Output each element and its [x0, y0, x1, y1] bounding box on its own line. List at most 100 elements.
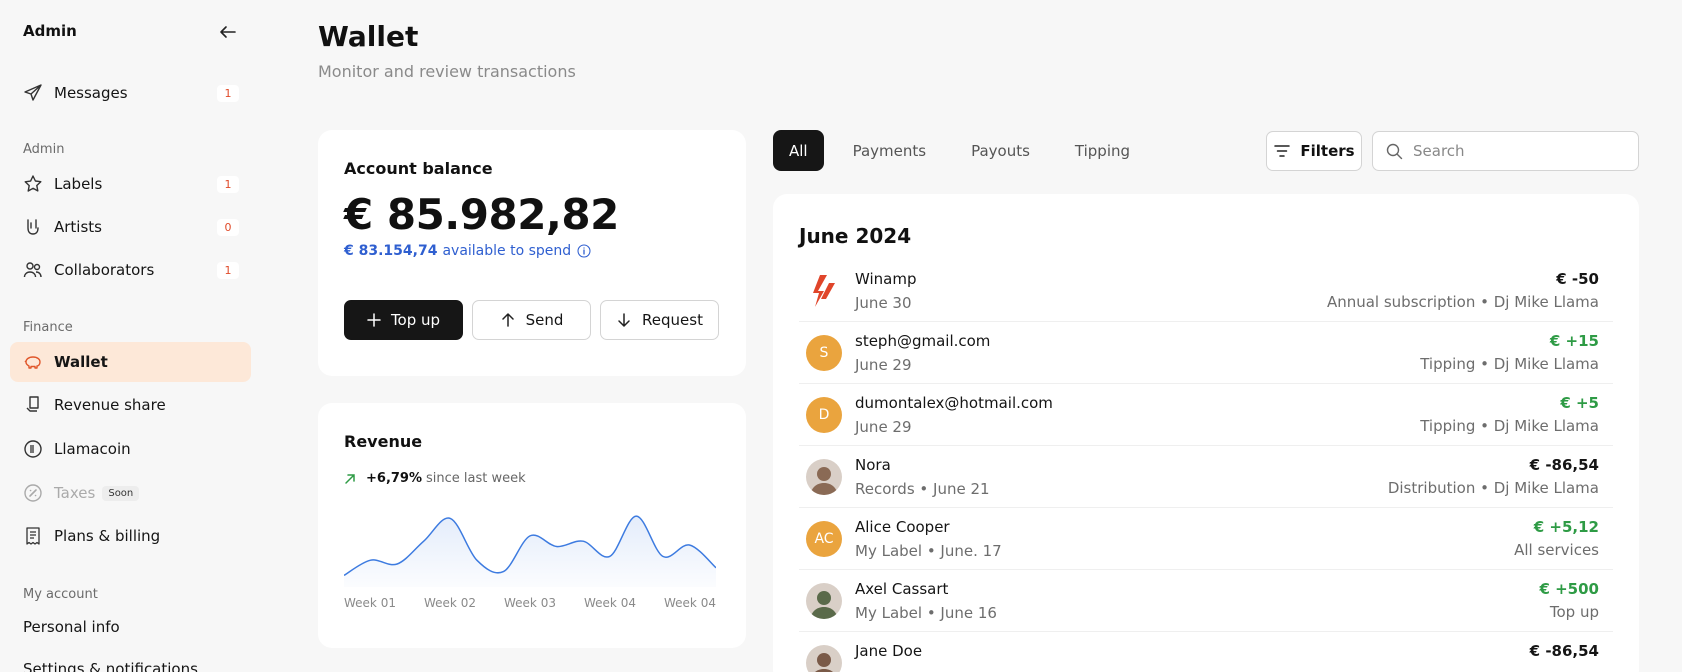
rock-hand-icon	[23, 217, 43, 237]
sidebar: Admin Messages 1 Admin Labels 1 Artists …	[0, 0, 262, 672]
avatar-initials: D	[818, 407, 830, 423]
arrow-up-icon	[500, 312, 516, 328]
search-icon	[1386, 143, 1403, 160]
count-badge: 1	[217, 176, 239, 193]
transaction-list: Winamp June 30 € -50 Annual subscription • …	[799, 260, 1613, 672]
available-balance: € 83.154,74 available to spend	[344, 243, 591, 259]
transaction-date: My Label • June. 17	[855, 542, 1002, 560]
revenue-area	[344, 516, 716, 587]
available-amount: € 83.154,74	[344, 243, 438, 259]
available-text: available to spend	[442, 243, 572, 259]
sidebar-item-messages[interactable]: Messages 1	[10, 73, 251, 113]
tax-icon	[23, 483, 43, 503]
sidebar-item-labels[interactable]: Labels 1	[10, 164, 251, 204]
plus-icon	[367, 313, 381, 327]
transaction-description: Tipping • Dj Mike Llama	[1420, 355, 1599, 373]
x-axis-ticks: Week 01 Week 02 Week 03 Week 04 Week 04	[344, 596, 716, 610]
table-row[interactable]: Axel Cassart My Label • June 16 € +500 Top …	[799, 570, 1613, 632]
transaction-name: Winamp	[855, 270, 917, 288]
arrow-down-icon	[616, 312, 632, 328]
table-row[interactable]: Winamp June 30 € -50 Annual subscription • …	[799, 260, 1613, 322]
sidebar-item-label: Messages	[54, 84, 128, 102]
back-arrow-icon[interactable]	[218, 22, 238, 42]
transaction-description: Annual subscription • Dj Mike Llama	[1326, 293, 1599, 311]
transaction-amount: € +500	[1539, 580, 1599, 598]
table-row[interactable]: Ssteph@gmail.com June 29 € +15 Tipping • Dj…	[799, 322, 1613, 384]
account-balance-card: Account balance € 85.982,82 € 83.154,74 …	[318, 130, 746, 376]
section-label-finance: Finance	[23, 320, 73, 335]
transaction-description: Distribution • Dj Mike Llama	[1387, 479, 1599, 497]
transaction-tabs: All Payments Payouts Tipping	[773, 130, 1159, 171]
transaction-amount: € +15	[1549, 332, 1599, 350]
invoice-icon	[23, 526, 43, 546]
x-tick-label: Week 01	[344, 596, 396, 610]
page-subtitle: Monitor and review transactions	[318, 62, 576, 81]
request-button[interactable]: Request	[600, 300, 719, 340]
sidebar-item-label: Wallet	[54, 353, 108, 371]
avatar-initials: S	[819, 345, 829, 361]
sidebar-item-label: Taxes	[54, 484, 96, 502]
transaction-name: Alice Cooper	[855, 518, 950, 536]
x-tick-label: Week 04	[584, 596, 636, 610]
sidebar-item-personal-info[interactable]: Personal info	[23, 618, 120, 636]
sidebar-item-revenue-share[interactable]: Revenue share	[10, 385, 251, 425]
avatar: S	[806, 335, 842, 371]
coin-icon	[23, 439, 43, 459]
table-row[interactable]: Jane Doe € -86,54	[799, 632, 1613, 672]
balance-title: Account balance	[344, 159, 493, 178]
sidebar-item-artists[interactable]: Artists 0	[10, 207, 251, 247]
info-icon[interactable]	[577, 244, 591, 258]
tab-payouts[interactable]: Payouts	[955, 130, 1046, 171]
transaction-description: All services	[1514, 541, 1599, 559]
piggy-bank-icon	[23, 352, 43, 372]
transaction-date: My Label • June 16	[855, 604, 997, 622]
transaction-date: Records • June 21	[855, 480, 990, 498]
tab-all[interactable]: All	[773, 130, 824, 171]
table-row[interactable]: Ddumontalex@hotmail.com June 29 € +5 Tippin…	[799, 384, 1613, 446]
search-box[interactable]	[1372, 131, 1639, 171]
count-badge: 1	[217, 85, 239, 102]
sidebar-header: Admin	[23, 22, 77, 40]
filters-button[interactable]: Filters	[1266, 131, 1362, 171]
filter-icon	[1273, 142, 1291, 160]
sidebar-item-plans-billing[interactable]: Plans & billing	[10, 516, 251, 556]
revenue-chart	[344, 515, 716, 587]
star-icon	[23, 174, 43, 194]
sidebar-item-label: Labels	[54, 175, 103, 193]
transaction-date: June 29	[855, 418, 912, 436]
section-label-my-account: My account	[23, 587, 98, 602]
avatar	[806, 583, 842, 619]
sidebar-item-wallet[interactable]: Wallet	[10, 342, 251, 382]
month-heading: June 2024	[799, 224, 912, 248]
sidebar-item-collaborators[interactable]: Collaborators 1	[10, 250, 251, 290]
transaction-name: Axel Cassart	[855, 580, 949, 598]
search-input[interactable]	[1413, 142, 1623, 160]
x-tick-label: Week 04	[664, 596, 716, 610]
tab-tipping[interactable]: Tipping	[1059, 130, 1146, 171]
table-row[interactable]: Nora Records • June 21 € -86,54 Distributio…	[799, 446, 1613, 508]
x-tick-label: Week 02	[424, 596, 476, 610]
receipt-hand-icon	[23, 395, 43, 415]
send-button[interactable]: Send	[472, 300, 591, 340]
top-up-button[interactable]: Top up	[344, 300, 463, 340]
send-label: Send	[525, 311, 564, 329]
top-up-label: Top up	[390, 311, 441, 329]
balance-amount: € 85.982,82	[344, 190, 619, 239]
avatar: AC	[806, 521, 842, 557]
avatar	[806, 645, 842, 672]
section-label-admin: Admin	[23, 142, 65, 157]
soon-badge: Soon	[102, 485, 140, 501]
transaction-amount: € -86,54	[1529, 456, 1599, 474]
sidebar-item-llamacoin[interactable]: Llamacoin	[10, 429, 251, 469]
transactions-card: June 2024 Winamp June 30 € -50 Annual subsc…	[773, 194, 1639, 672]
avatar-initials: AC	[814, 531, 834, 547]
tab-payments[interactable]: Payments	[837, 130, 942, 171]
transaction-amount: € -86,54	[1529, 642, 1599, 660]
sidebar-item-settings-notifications[interactable]: Settings & notifications	[23, 660, 198, 672]
sidebar-item-label: Collaborators	[54, 261, 155, 279]
users-icon	[23, 260, 43, 280]
transaction-name: dumontalex@hotmail.com	[855, 394, 1053, 412]
avatar	[806, 459, 842, 495]
transaction-description: Tipping • Dj Mike Llama	[1420, 417, 1599, 435]
table-row[interactable]: AC Alice Cooper My Label • June. 17 € +5,12…	[799, 508, 1613, 570]
